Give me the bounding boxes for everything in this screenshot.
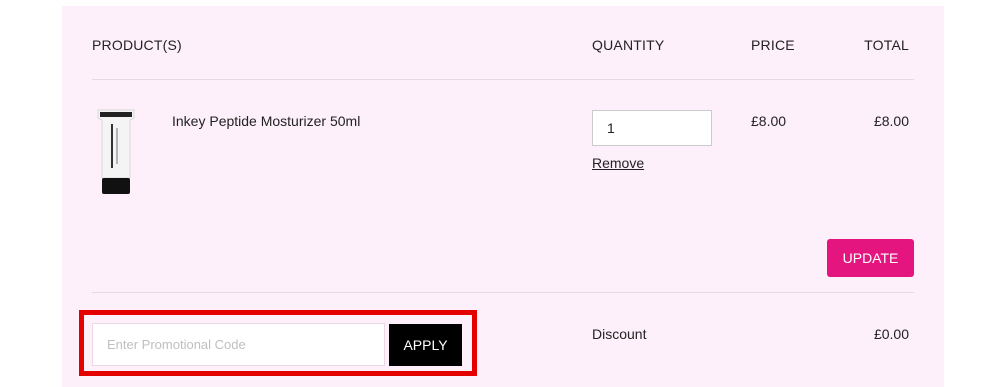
- item-total: £8.00: [873, 113, 909, 129]
- header-price: PRICE: [751, 37, 795, 53]
- product-thumbnail[interactable]: [92, 108, 140, 196]
- quantity-input[interactable]: [592, 110, 712, 146]
- apply-button[interactable]: APPLY: [389, 324, 462, 366]
- row-divider: [92, 292, 914, 293]
- header-products: PRODUCT(S): [92, 37, 182, 53]
- header-divider: [92, 79, 914, 80]
- promo-code-input[interactable]: [92, 323, 385, 366]
- header-quantity: QUANTITY: [592, 37, 665, 53]
- discount-value: £0.00: [873, 326, 909, 342]
- product-name[interactable]: Inkey Peptide Mosturizer 50ml: [172, 113, 360, 129]
- update-button[interactable]: UPDATE: [827, 239, 914, 277]
- header-total: TOTAL: [864, 37, 909, 53]
- discount-label: Discount: [592, 326, 647, 342]
- remove-link[interactable]: Remove: [592, 155, 644, 171]
- item-price: £8.00: [751, 113, 787, 129]
